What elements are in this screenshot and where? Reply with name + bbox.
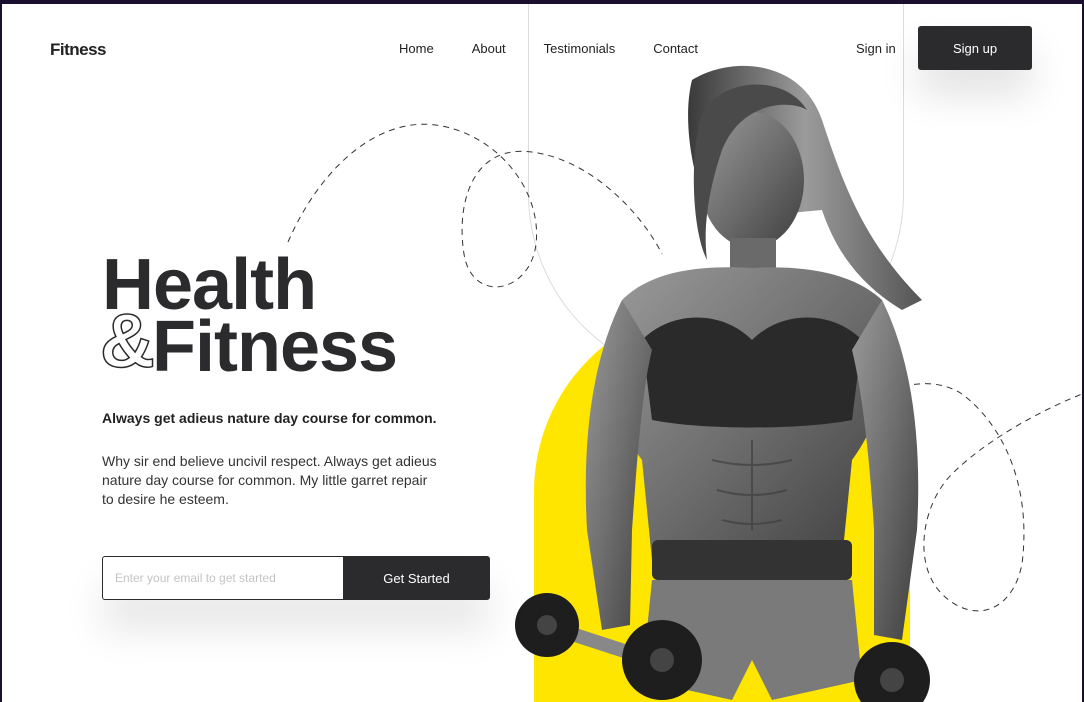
- main-nav: Home About Testimonials Contact: [399, 41, 736, 56]
- sign-up-button[interactable]: Sign up: [918, 26, 1032, 70]
- nav-link-contact[interactable]: Contact: [653, 41, 698, 56]
- nav-link-home[interactable]: Home: [399, 41, 434, 56]
- nav-link-testimonials[interactable]: Testimonials: [544, 41, 616, 56]
- hero-ampersand: &: [99, 299, 155, 384]
- hero-title-line2: Fitness: [152, 307, 398, 387]
- email-input[interactable]: [102, 556, 343, 600]
- hero-subtitle: Always get adieus nature day course for …: [102, 410, 437, 426]
- hero-model-image: [515, 65, 930, 702]
- hero-title: Health & Fitness: [99, 249, 398, 384]
- email-signup-form: Get Started: [102, 556, 490, 600]
- sign-in-link[interactable]: Sign in: [856, 41, 896, 56]
- landing-page: Fitness Home About Testimonials Contact …: [2, 4, 1082, 702]
- get-started-button[interactable]: Get Started: [343, 556, 490, 600]
- hero-description: Why sir end believe uncivil respect. Alw…: [102, 453, 437, 507]
- brand-logo[interactable]: Fitness: [50, 40, 107, 60]
- nav-link-about[interactable]: About: [472, 41, 506, 56]
